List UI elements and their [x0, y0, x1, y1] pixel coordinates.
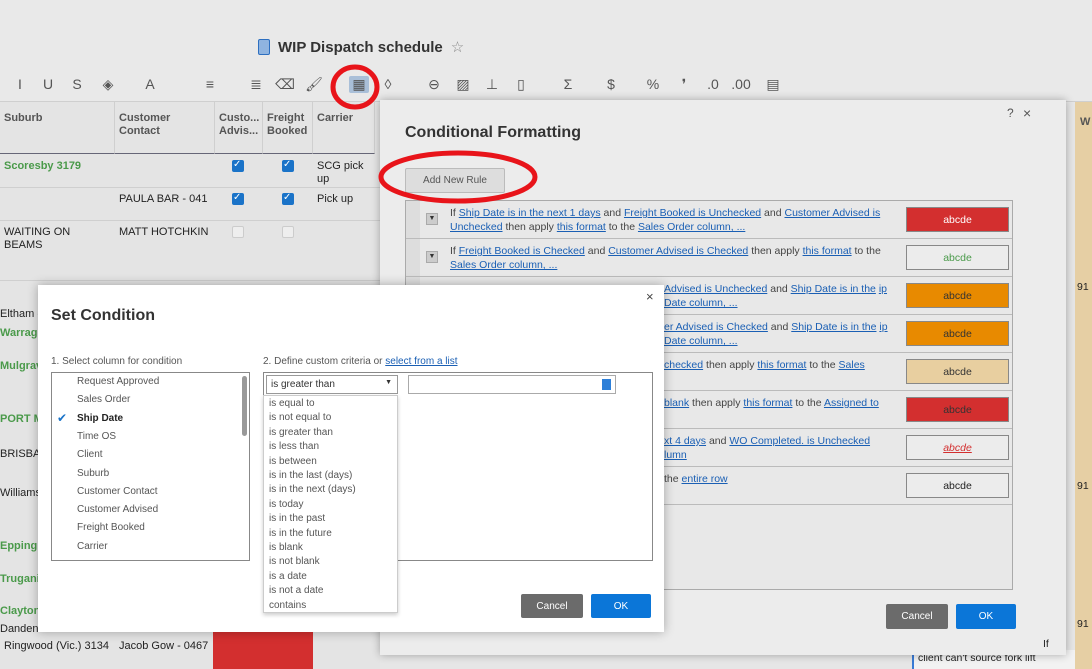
annotation-circle [378, 150, 538, 204]
note-prefix: If [1043, 638, 1049, 650]
annotation-circle [330, 64, 380, 110]
annotation-marks [330, 64, 538, 204]
